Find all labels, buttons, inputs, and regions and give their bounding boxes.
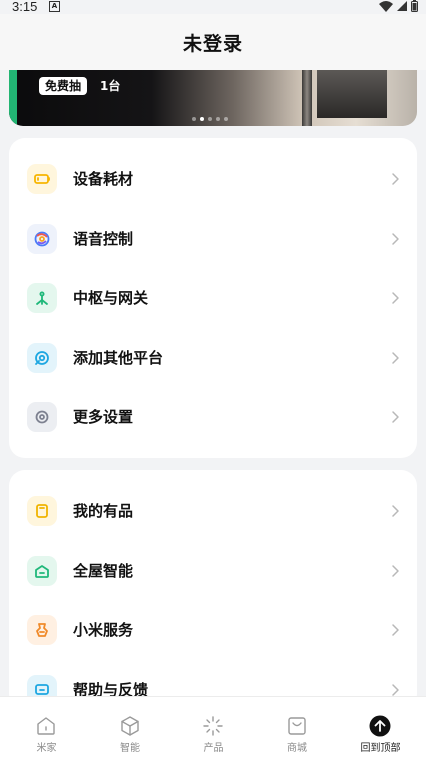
youpin-bag-icon [27,496,57,526]
products-sparkle-icon [202,715,224,737]
hub-icon [27,283,57,313]
bottom-tab-bar: 米家 智能 产品 商城 回到顶部 [0,696,426,761]
pagination-dot [208,117,212,121]
pagination-dot [200,117,204,121]
banner-badge: 免费抽 [39,77,88,95]
smart-cube-icon [119,715,141,737]
settings-item-row[interactable]: 添加其他平台 [9,330,417,386]
banner-accent [9,70,17,126]
pagination-dot [192,117,196,121]
voice-assistant-icon [27,223,57,254]
tab-smart-cube[interactable]: 智能 [88,697,173,761]
service-item-row[interactable]: 我的有品 [9,483,417,539]
pagination-dot [224,117,228,121]
settings-item-label: 语音控制 [73,229,134,248]
back-to-top-icon [369,715,391,737]
settings-item-label: 更多设置 [73,408,134,426]
service-icon [27,615,57,645]
pagination-dot [216,117,220,121]
chevron-right-icon [392,292,399,304]
chevron-right-icon [392,564,399,577]
tab-store-bag[interactable]: 商城 [255,697,340,761]
status-time: 3:15 [12,0,38,14]
chevron-right-icon [392,411,399,423]
cell-signal-icon [397,1,407,11]
chevron-right-icon [392,173,399,185]
store-bag-icon [286,715,308,737]
tab-label: 商城 [287,743,307,754]
settings-item-row[interactable]: 中枢与网关 [9,270,417,326]
tab-label: 米家 [36,743,57,754]
settings-item-row[interactable]: 更多设置 [9,389,417,445]
chevron-right-icon [392,232,399,245]
page-title[interactable]: 未登录 [0,14,426,74]
settings-item-row[interactable]: 语音控制 [9,211,417,267]
banner-image-pole [302,70,312,126]
status-bar: 3:15 A [0,0,426,14]
service-item-row[interactable]: 小米服务 [9,602,417,658]
smart-home-icon [27,555,57,586]
service-item-label: 小米服务 [73,621,134,639]
service-item-label: 全屋智能 [73,561,134,580]
service-item-label: 我的有品 [73,502,134,520]
promo-banner[interactable]: 免费抽 1台 [9,70,417,126]
tab-label: 回到顶部 [360,743,401,754]
banner-pagination [192,117,228,121]
services-card: 我的有品 全屋智能 小米服务 帮助与反馈 [9,470,417,710]
wifi-icon [379,0,393,12]
tab-label: 产品 [203,743,224,754]
battery-icon [27,164,57,194]
chevron-right-icon [392,351,399,364]
tab-label: 智能 [120,743,140,754]
service-item-row[interactable]: 全屋智能 [9,543,417,599]
tab-products-sparkle[interactable]: 产品 [171,697,256,761]
add-platform-icon [27,342,57,373]
settings-card: 设备耗材语音控制中枢与网关添加其他平台 更多设置 [9,138,417,458]
settings-item-row[interactable]: 设备耗材 [9,151,417,207]
tab-home[interactable]: 米家 [4,697,89,761]
page-header: 未登录 [0,14,426,70]
battery-status-icon [411,0,418,12]
settings-item-label: 中枢与网关 [73,289,149,307]
banner-image-device [317,70,387,118]
banner-count: 1台 [100,79,121,93]
tab-back-to-top[interactable]: 回到顶部 [338,697,423,761]
settings-gear-icon [27,402,57,432]
chevron-right-icon [392,624,399,636]
notification-icon: A [49,1,60,12]
home-icon [35,715,57,737]
chevron-right-icon [392,505,399,517]
settings-item-label: 添加其他平台 [73,348,164,367]
settings-item-label: 设备耗材 [73,170,134,188]
